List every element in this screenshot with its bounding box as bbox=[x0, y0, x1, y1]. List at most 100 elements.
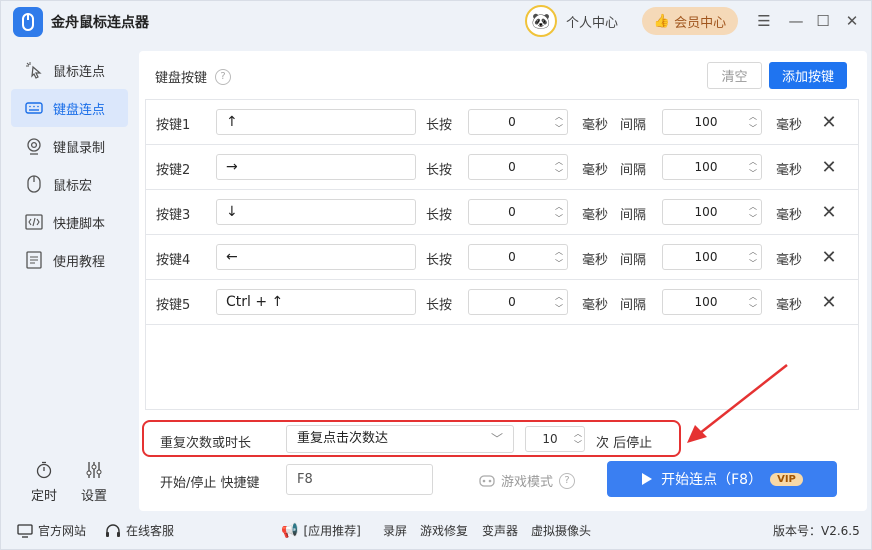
stepper-down-icon[interactable]: ﹀ bbox=[747, 123, 759, 134]
key-row-label: 按键1 bbox=[156, 118, 191, 133]
ms-label: 毫秒 bbox=[776, 118, 803, 133]
stepper-up-icon[interactable]: ︿ bbox=[553, 111, 565, 122]
key-input[interactable]: Ctrl + ↑ bbox=[216, 289, 416, 315]
stepper-up-icon[interactable]: ︿ bbox=[747, 246, 759, 257]
stepper-up-icon[interactable]: ︿ bbox=[574, 428, 582, 439]
footer-link-game-repair[interactable]: 游戏修复 bbox=[420, 522, 468, 539]
ms-label: 毫秒 bbox=[776, 253, 803, 268]
footer-link-screen-record[interactable]: 录屏 bbox=[383, 522, 407, 539]
stepper-down-icon[interactable]: ﹀ bbox=[553, 258, 565, 269]
delete-icon[interactable]: ✕ bbox=[820, 292, 838, 313]
stepper-up-icon[interactable]: ︿ bbox=[553, 246, 565, 257]
sidebar-item-keyboard-click[interactable]: 键盘连点 bbox=[11, 89, 128, 127]
repeat-mode-value: 重复点击次数达 bbox=[297, 431, 389, 446]
help-icon[interactable]: ? bbox=[215, 68, 232, 85]
interval-stepper[interactable]: 100 ︿ ﹀ bbox=[662, 244, 762, 270]
key-input[interactable]: ← bbox=[216, 244, 416, 270]
stepper-up-icon[interactable]: ︿ bbox=[747, 156, 759, 167]
key-row: 按键3 ↓ 长按 0 ︿ ﹀ 毫秒 间隔 100 ︿ ﹀ 毫秒 ✕ bbox=[146, 190, 858, 235]
app-logo-icon bbox=[13, 7, 43, 37]
stepper-down-icon[interactable]: ﹀ bbox=[553, 168, 565, 179]
recommend-group: 📢 [应用推荐] bbox=[281, 522, 361, 539]
sidebar-item-tutorial[interactable]: 使用教程 bbox=[11, 241, 128, 279]
interval-stepper[interactable]: 100 ︿ ﹀ bbox=[662, 289, 762, 315]
long-press-stepper[interactable]: 0 ︿ ﹀ bbox=[468, 199, 568, 225]
delete-icon[interactable]: ✕ bbox=[820, 202, 838, 223]
repeat-count-value: 10 bbox=[542, 432, 558, 446]
maximize-icon[interactable]: ☐ bbox=[812, 10, 834, 32]
stepper-up-icon[interactable]: ︿ bbox=[747, 291, 759, 302]
start-label: 开始连点（F8） bbox=[661, 472, 763, 488]
personal-center-link[interactable]: 个人中心 bbox=[566, 12, 618, 31]
repeat-mode-select[interactable]: 重复点击次数达 ﹀ bbox=[286, 425, 514, 453]
ms-label: 毫秒 bbox=[776, 208, 803, 223]
stepper-down-icon[interactable]: ﹀ bbox=[747, 303, 759, 314]
stepper-up-icon[interactable]: ︿ bbox=[553, 291, 565, 302]
long-press-stepper[interactable]: 0 ︿ ﹀ bbox=[468, 154, 568, 180]
member-center-button[interactable]: 👍 会员中心 bbox=[642, 7, 738, 35]
stepper-up-icon[interactable]: ︿ bbox=[747, 111, 759, 122]
stepper-up-icon[interactable]: ︿ bbox=[553, 201, 565, 212]
official-website-link[interactable]: 官方网站 bbox=[17, 522, 86, 539]
settings-button[interactable]: 设置 bbox=[81, 461, 107, 504]
help-icon[interactable]: ? bbox=[559, 472, 576, 489]
close-window-icon[interactable]: ✕ bbox=[841, 10, 863, 32]
online-service-link[interactable]: 在线客服 bbox=[105, 522, 174, 539]
interval-label: 间隔 bbox=[620, 253, 647, 268]
stepper-down-icon[interactable]: ﹀ bbox=[747, 258, 759, 269]
long-press-stepper[interactable]: 0 ︿ ﹀ bbox=[468, 109, 568, 135]
ms-label: 毫秒 bbox=[582, 118, 609, 133]
hotkey-label: 开始/停止 快捷键 bbox=[160, 476, 260, 491]
key-input[interactable]: ↓ bbox=[216, 199, 416, 225]
sidebar-item-mouse-macro[interactable]: 鼠标宏 bbox=[11, 165, 128, 203]
interval-stepper[interactable]: 100 ︿ ﹀ bbox=[662, 109, 762, 135]
repeat-count-stepper[interactable]: 10 ︿ ﹀ bbox=[525, 426, 585, 452]
key-input[interactable]: → bbox=[216, 154, 416, 180]
sidebar-item-record[interactable]: 键鼠录制 bbox=[11, 127, 128, 165]
minimize-icon[interactable]: — bbox=[785, 10, 807, 32]
vip-badge: VIP bbox=[770, 472, 803, 486]
stepper-down-icon[interactable]: ﹀ bbox=[574, 439, 582, 450]
stepper-down-icon[interactable]: ﹀ bbox=[747, 168, 759, 179]
stepper-down-icon[interactable]: ﹀ bbox=[553, 123, 565, 134]
hotkey-input[interactable]: F8 bbox=[286, 464, 433, 495]
headset-icon bbox=[106, 523, 120, 537]
sidebar-item-label: 鼠标宏 bbox=[53, 178, 93, 194]
footer-link-voice-changer[interactable]: 变声器 bbox=[482, 522, 518, 539]
stepper-down-icon[interactable]: ﹀ bbox=[553, 303, 565, 314]
clear-button[interactable]: 清空 bbox=[707, 62, 762, 89]
stepper-down-icon[interactable]: ﹀ bbox=[747, 213, 759, 224]
start-clicking-button[interactable]: 开始连点（F8） VIP bbox=[607, 461, 837, 497]
menu-icon[interactable]: ☰ bbox=[753, 10, 775, 32]
long-press-stepper[interactable]: 0 ︿ ﹀ bbox=[468, 244, 568, 270]
long-press-label: 长按 bbox=[426, 253, 453, 268]
sidebar-item-script[interactable]: 快捷脚本 bbox=[11, 203, 128, 241]
ms-label: 毫秒 bbox=[582, 298, 609, 313]
long-press-label: 长按 bbox=[426, 298, 453, 313]
interval-stepper[interactable]: 100 ︿ ﹀ bbox=[662, 199, 762, 225]
sidebar-item-mouse-click[interactable]: 鼠标连点 bbox=[11, 51, 128, 89]
long-press-value: 0 bbox=[508, 205, 516, 219]
long-press-stepper[interactable]: 0 ︿ ﹀ bbox=[468, 289, 568, 315]
stepper-up-icon[interactable]: ︿ bbox=[747, 201, 759, 212]
delete-icon[interactable]: ✕ bbox=[820, 247, 838, 268]
timer-button[interactable]: 定时 bbox=[31, 461, 57, 504]
stepper-up-icon[interactable]: ︿ bbox=[553, 156, 565, 167]
avatar[interactable]: 🐼 bbox=[525, 5, 557, 37]
settings-label: 设置 bbox=[81, 489, 108, 504]
add-key-button[interactable]: 添加按键 bbox=[769, 62, 847, 89]
game-mode-toggle[interactable]: 游戏模式 ? bbox=[479, 471, 576, 490]
app-title: 金舟鼠标连点器 bbox=[51, 15, 149, 31]
long-press-value: 0 bbox=[508, 115, 516, 129]
footer-link-virtual-camera[interactable]: 虚拟摄像头 bbox=[531, 522, 591, 539]
sidebar-item-label: 鼠标连点 bbox=[53, 64, 106, 80]
interval-label: 间隔 bbox=[620, 118, 647, 133]
key-row-label: 按键4 bbox=[156, 253, 191, 268]
interval-label: 间隔 bbox=[620, 208, 647, 223]
delete-icon[interactable]: ✕ bbox=[820, 112, 838, 133]
monitor-icon bbox=[17, 523, 33, 538]
interval-stepper[interactable]: 100 ︿ ﹀ bbox=[662, 154, 762, 180]
key-input[interactable]: ↑ bbox=[216, 109, 416, 135]
stepper-down-icon[interactable]: ﹀ bbox=[553, 213, 565, 224]
delete-icon[interactable]: ✕ bbox=[820, 157, 838, 178]
